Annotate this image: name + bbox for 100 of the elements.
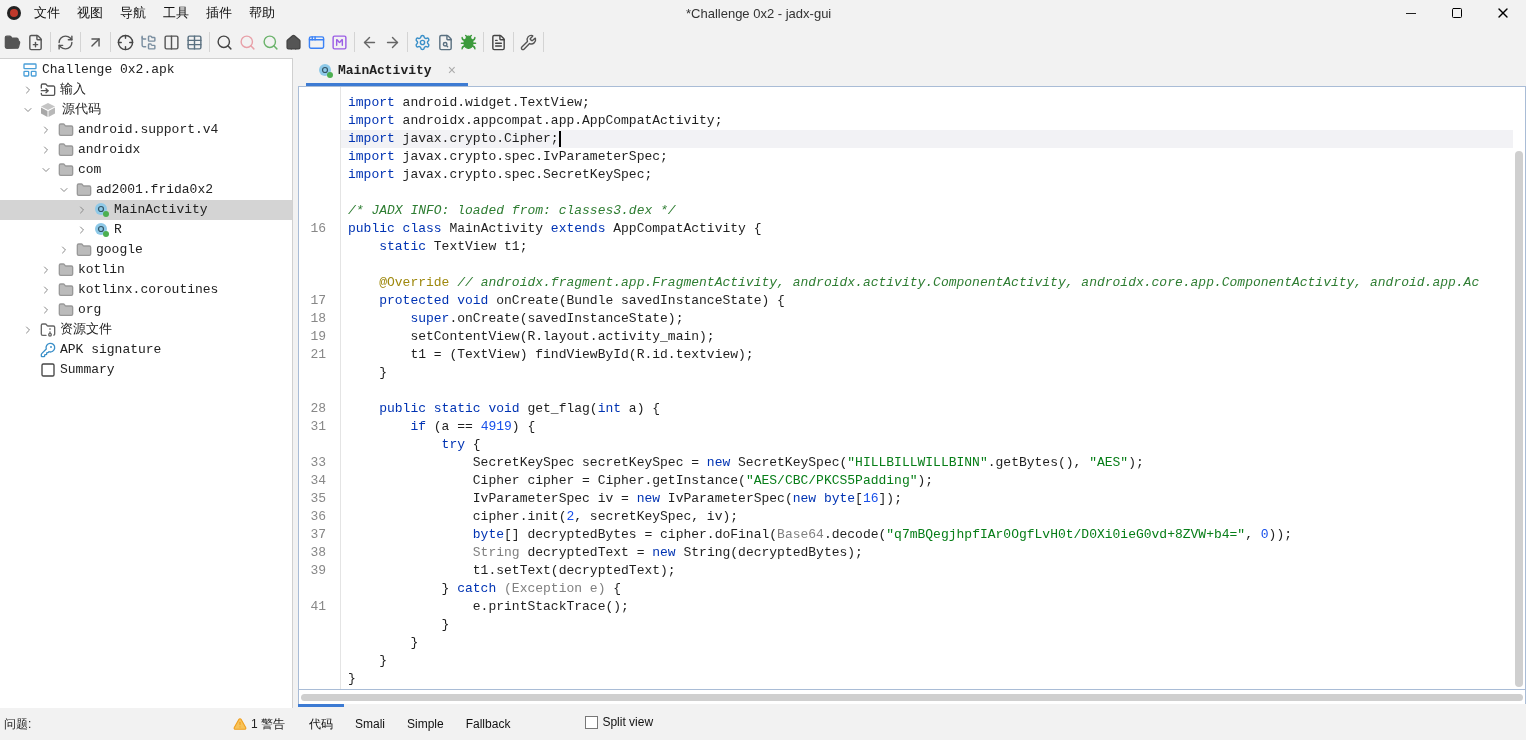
code-line: super.onCreate(savedInstanceState); bbox=[409, 310, 684, 328]
line-number: 18 bbox=[310, 310, 326, 328]
code-line: t1 = (TextView) findViewById(R.id.textview); bbox=[409, 346, 754, 364]
menu-item[interactable]: 视图 bbox=[77, 3, 103, 23]
line-number: 38 bbox=[310, 544, 326, 562]
tree-item[interactable]: APK signature bbox=[0, 340, 292, 360]
tree-item[interactable]: 资源文件 bbox=[0, 320, 292, 340]
view-tab[interactable]: 代码 bbox=[298, 704, 344, 740]
warning-icon bbox=[233, 717, 247, 731]
line-number: 39 bbox=[310, 562, 326, 580]
code-line: e.printStackTrace(); bbox=[471, 598, 629, 616]
tree-item[interactable]: androidx bbox=[0, 140, 292, 160]
code-line: } bbox=[348, 670, 356, 688]
code-line: if (a == 4919) { bbox=[409, 418, 536, 436]
code-line: } bbox=[440, 616, 450, 634]
menu-item[interactable]: 导航 bbox=[120, 3, 146, 23]
class-icon bbox=[94, 222, 110, 238]
line-number: 33 bbox=[310, 454, 326, 472]
folder-icon bbox=[58, 302, 74, 318]
code-line: } bbox=[378, 364, 387, 382]
code-line: import androidx.appcompat.app.AppCompatActivity; bbox=[348, 112, 723, 130]
view-tab[interactable]: Simple bbox=[396, 704, 455, 740]
code-line: public static void get_flag(int a) { bbox=[378, 400, 661, 418]
line-number: 16 bbox=[310, 220, 326, 238]
tree-item[interactable]: Summary bbox=[0, 360, 292, 380]
code-line: import javax.crypto.spec.SecretKeySpec; bbox=[348, 166, 653, 184]
tree-item[interactable]: android.support.v4 bbox=[0, 120, 292, 140]
folder-icon bbox=[58, 282, 74, 298]
tree-item[interactable]: kotlinx.coroutines bbox=[0, 280, 292, 300]
menu-item[interactable]: 文件 bbox=[34, 3, 60, 23]
folder-tree-icon[interactable] bbox=[140, 33, 157, 51]
key-icon bbox=[40, 342, 56, 358]
tree-label: Summary bbox=[60, 361, 115, 380]
summary-icon bbox=[40, 362, 56, 378]
tree-label: MainActivity bbox=[114, 201, 208, 220]
crosshair-icon[interactable] bbox=[117, 33, 134, 51]
view-tab[interactable]: Smali bbox=[344, 704, 396, 740]
wrench-icon[interactable] bbox=[520, 33, 537, 51]
code-line: } bbox=[378, 652, 387, 670]
folder-open-icon[interactable] bbox=[4, 33, 21, 51]
menu-item[interactable]: 插件 bbox=[206, 3, 232, 23]
code-line: import javax.crypto.Cipher; bbox=[348, 130, 559, 148]
tree-label: Challenge 0x2.apk bbox=[42, 61, 175, 80]
view-tab[interactable]: Fallback bbox=[454, 704, 522, 740]
folder-icon bbox=[76, 182, 92, 198]
tree-item[interactable]: ad2001.frida0x2 bbox=[0, 180, 292, 200]
tree-item[interactable]: R bbox=[0, 220, 292, 240]
tree-item[interactable]: kotlin bbox=[0, 260, 292, 280]
tree-item[interactable]: Challenge 0x2.apk bbox=[0, 60, 292, 80]
code-line: Cipher cipher = Cipher.getInstance("AES/CBC/PKCS5Padding"); bbox=[471, 472, 934, 490]
maximize-icon bbox=[1451, 7, 1463, 19]
m-square-icon[interactable] bbox=[331, 33, 348, 51]
code-line: import javax.crypto.spec.IvParameterSpec; bbox=[348, 148, 668, 166]
window-icon[interactable] bbox=[308, 33, 325, 51]
tree-item[interactable]: google bbox=[0, 240, 292, 260]
split-view-checkbox[interactable]: Split view bbox=[585, 713, 654, 731]
search-icon[interactable] bbox=[216, 33, 233, 51]
tree-label: 输入 bbox=[60, 81, 86, 100]
code-line: /* JADX INFO: loaded from: classes3.dex */ bbox=[348, 202, 676, 220]
code-line: try { bbox=[440, 436, 481, 454]
gear-icon[interactable] bbox=[414, 33, 431, 51]
tree-label: android.support.v4 bbox=[78, 121, 219, 140]
tree-item[interactable]: MainActivity bbox=[0, 200, 292, 220]
code-line: protected void onCreate(Bundle savedInstanceState) { bbox=[378, 292, 785, 310]
tree-item[interactable]: com bbox=[0, 160, 292, 180]
horizontal-scrollbar-thumb[interactable] bbox=[301, 693, 1523, 701]
log-icon[interactable] bbox=[490, 33, 507, 51]
tree-item[interactable]: org bbox=[0, 300, 292, 320]
tree-label: androidx bbox=[78, 141, 141, 160]
columns-icon[interactable] bbox=[163, 33, 180, 51]
app-logo-icon bbox=[6, 5, 22, 21]
folder-icon bbox=[58, 262, 74, 278]
tree-label: 资源文件 bbox=[60, 321, 112, 340]
code-line: import android.widget.TextView; bbox=[348, 94, 590, 112]
tree-item[interactable]: 源代码 bbox=[0, 100, 292, 120]
tree-label: org bbox=[78, 301, 102, 320]
warning-indicator[interactable]: 1 警告 bbox=[233, 715, 285, 733]
scrollbar-thumb[interactable] bbox=[1515, 151, 1523, 687]
menu-item[interactable]: 帮助 bbox=[249, 3, 275, 23]
code-line: setContentView(R.layout.activity_main); bbox=[409, 328, 715, 346]
tree-item[interactable]: 输入 bbox=[0, 80, 292, 100]
file-plus-icon[interactable] bbox=[27, 33, 44, 51]
code-line: public class MainActivity extends AppCompatActivity { bbox=[348, 220, 762, 238]
refresh-icon[interactable] bbox=[57, 33, 74, 51]
line-number: 21 bbox=[310, 346, 326, 364]
line-number: 31 bbox=[310, 418, 326, 436]
menu-item[interactable]: 工具 bbox=[163, 3, 189, 23]
code-line: @Override // androidx.fragment.app.FragmentActivity, androidx.activity.ComponentActivity, androidx.core.app.ComponentActivity, android.app.Ac bbox=[378, 274, 1480, 292]
code-line: String decryptedText = new String(decryptedBytes); bbox=[471, 544, 863, 562]
line-number: 28 bbox=[310, 400, 326, 418]
class-icon bbox=[94, 202, 110, 218]
home-icon[interactable] bbox=[285, 33, 302, 51]
code-line: } catch (Exception e) { bbox=[440, 580, 622, 598]
bug-icon[interactable] bbox=[460, 33, 477, 51]
line-number: 19 bbox=[310, 328, 326, 346]
folder-icon bbox=[76, 242, 92, 258]
file-search-icon[interactable] bbox=[437, 33, 454, 51]
table-icon[interactable] bbox=[186, 33, 203, 51]
tree-label: 源代码 bbox=[62, 101, 101, 120]
problems-label: 问题: bbox=[4, 716, 32, 733]
